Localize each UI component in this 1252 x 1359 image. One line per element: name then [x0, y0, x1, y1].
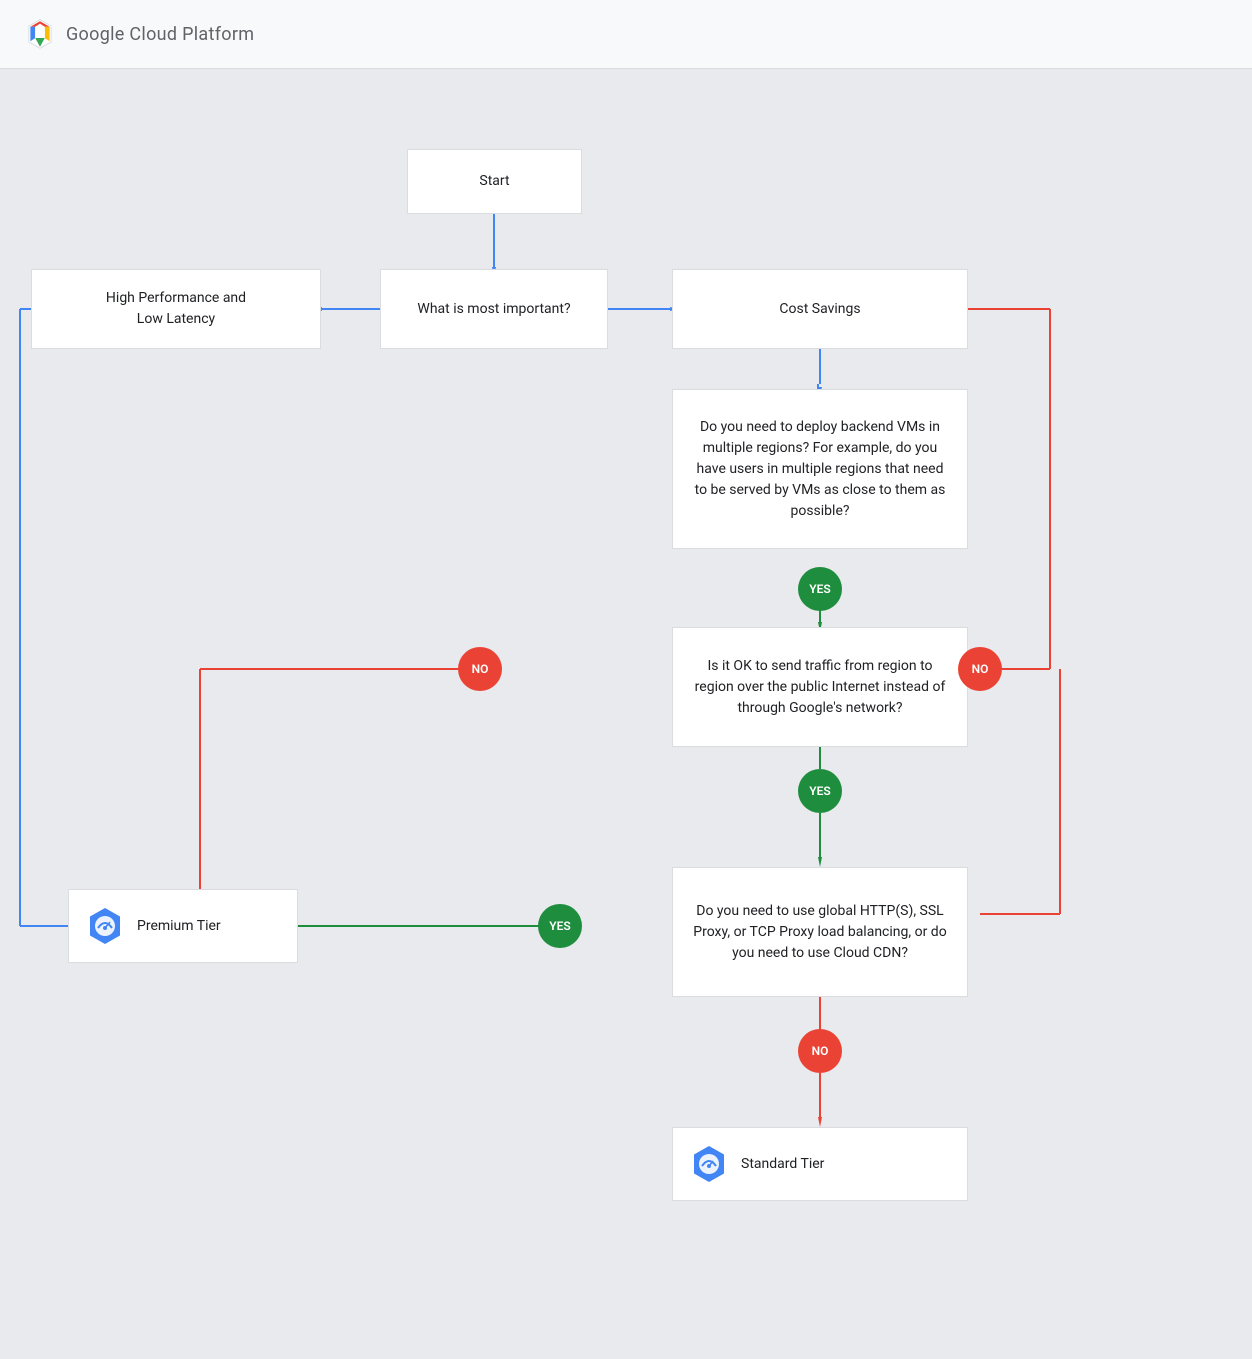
question1-box: Do you need to deploy backend VMs in mul…: [672, 389, 968, 549]
yes-circle-3: YES: [538, 904, 582, 948]
no-label-1: NO: [472, 662, 489, 676]
gcp-logo: Google Cloud Platform: [24, 18, 254, 50]
yes-label-3: YES: [549, 919, 570, 933]
standard-tier-icon: [689, 1144, 729, 1184]
premium-tier-icon: [85, 906, 125, 946]
flowchart-lines: [0, 69, 1252, 1359]
start-box: Start: [407, 149, 582, 214]
question3-label: Do you need to use global HTTP(S), SSL P…: [689, 901, 951, 964]
premium-tier-label: Premium Tier: [137, 916, 221, 937]
start-label: Start: [479, 171, 509, 192]
no-circle-2: NO: [958, 647, 1002, 691]
gcp-logo-text: Google Cloud Platform: [66, 24, 254, 45]
question2-label: Is it OK to send traffic from region to …: [689, 656, 951, 719]
high-perf-label: High Performance andLow Latency: [106, 288, 246, 330]
question2-box: Is it OK to send traffic from region to …: [672, 627, 968, 747]
no-circle-3: NO: [798, 1029, 842, 1073]
yes-circle-1: YES: [798, 567, 842, 611]
high-perf-box: High Performance andLow Latency: [31, 269, 321, 349]
no-label-3: NO: [812, 1044, 829, 1058]
yes-circle-2: YES: [798, 769, 842, 813]
cost-savings-box: Cost Savings: [672, 269, 968, 349]
decision-label: What is most important?: [417, 299, 570, 320]
gcp-logo-icon: [24, 18, 56, 50]
no-circle-1: NO: [458, 647, 502, 691]
yes-label-2: YES: [809, 784, 830, 798]
standard-tier-box: Standard Tier: [672, 1127, 968, 1201]
decision-box: What is most important?: [380, 269, 608, 349]
question3-box: Do you need to use global HTTP(S), SSL P…: [672, 867, 968, 997]
yes-label-1: YES: [809, 582, 830, 596]
header: Google Cloud Platform: [0, 0, 1252, 69]
standard-tier-label: Standard Tier: [741, 1154, 824, 1175]
cost-savings-label: Cost Savings: [779, 299, 860, 320]
no-label-2: NO: [972, 662, 989, 676]
flowchart-container: Start What is most important? High Perfo…: [0, 69, 1252, 1359]
premium-tier-box: Premium Tier: [68, 889, 298, 963]
question1-label: Do you need to deploy backend VMs in mul…: [689, 417, 951, 522]
